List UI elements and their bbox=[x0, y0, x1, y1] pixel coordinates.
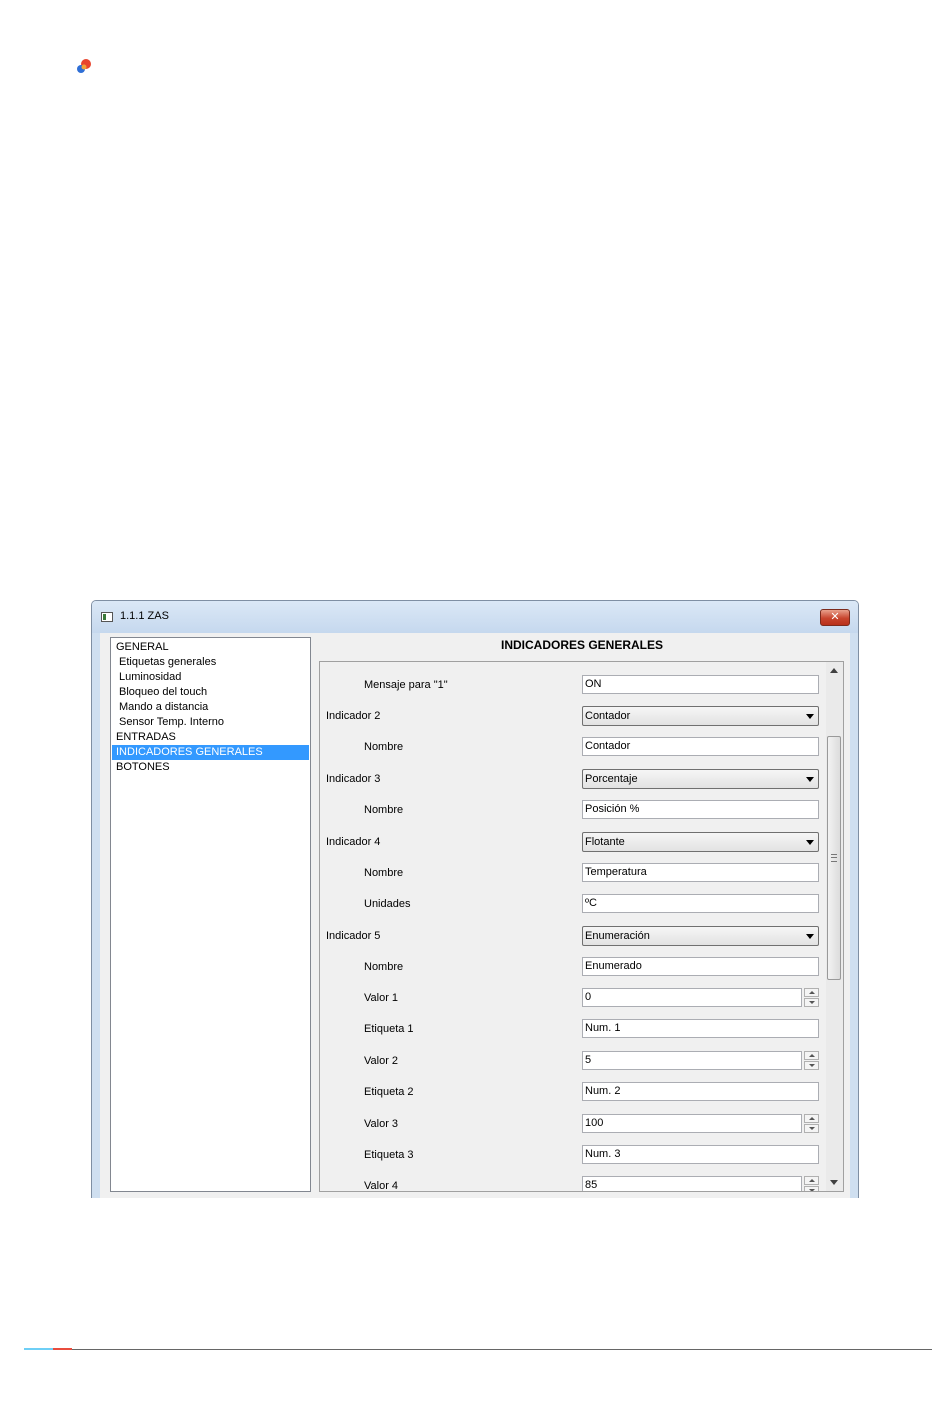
chevron-down-icon bbox=[806, 714, 814, 719]
tree-item-general[interactable]: GENERAL bbox=[116, 640, 169, 655]
param-label: Etiqueta 2 bbox=[364, 1086, 414, 1098]
indicador-3-select[interactable]: Porcentaje bbox=[582, 769, 819, 789]
spin-up-icon[interactable] bbox=[804, 1051, 819, 1060]
spin-up-icon[interactable] bbox=[804, 988, 819, 997]
tree-item-etiquetas-generales[interactable]: Etiquetas generales bbox=[119, 655, 216, 670]
bullet-icon bbox=[77, 59, 91, 73]
indicador-5-select[interactable]: Enumeración bbox=[582, 926, 819, 946]
param-label: Valor 1 bbox=[364, 992, 399, 1004]
param-label: Indicador 4 bbox=[326, 836, 381, 848]
spin-up-icon[interactable] bbox=[804, 1176, 819, 1185]
nombre-5-input[interactable]: Enumerado bbox=[582, 957, 819, 976]
select-value: Porcentaje bbox=[585, 773, 638, 785]
spin-down-icon[interactable] bbox=[804, 1186, 819, 1191]
navigation-tree: GENERAL Etiquetas generales Luminosidad … bbox=[110, 637, 311, 1192]
dialog-window: 1.1.1 ZAS ✕ GENERAL Etiquetas generales … bbox=[91, 600, 859, 1198]
chevron-down-icon bbox=[806, 840, 814, 845]
param-label: Indicador 5 bbox=[326, 930, 381, 942]
chevron-down-icon bbox=[806, 777, 814, 782]
footer-accent-bar bbox=[24, 1348, 72, 1350]
param-label: Valor 3 bbox=[364, 1118, 399, 1130]
param-label: Nombre bbox=[364, 741, 404, 753]
param-label: Nombre bbox=[364, 867, 404, 879]
etiqueta-1-input[interactable]: Num. 1 bbox=[582, 1019, 819, 1038]
nombre-3-input[interactable]: Posición % bbox=[582, 800, 819, 819]
scroll-down-arrow-icon[interactable] bbox=[830, 1180, 838, 1185]
tree-item-indicadores-generales[interactable]: INDICADORES GENERALES bbox=[112, 745, 309, 760]
valor-2-input[interactable]: 5 bbox=[582, 1051, 802, 1070]
chevron-down-icon bbox=[806, 934, 814, 939]
spin-down-icon[interactable] bbox=[804, 1124, 819, 1133]
parameters-panel: Mensaje para "1" ON Indicador 2 Contador… bbox=[319, 661, 844, 1192]
select-value: Enumeración bbox=[585, 930, 650, 942]
etiqueta-3-input[interactable]: Num. 3 bbox=[582, 1145, 819, 1164]
spin-down-icon[interactable] bbox=[804, 1061, 819, 1070]
tree-item-luminosidad[interactable]: Luminosidad bbox=[119, 670, 181, 685]
param-label: Mensaje para "1" bbox=[364, 679, 448, 691]
grip-icon bbox=[831, 854, 837, 862]
scroll-up-arrow-icon[interactable] bbox=[830, 668, 838, 673]
footer-divider bbox=[24, 1349, 932, 1350]
param-label: Etiqueta 3 bbox=[364, 1149, 414, 1161]
param-label: Nombre bbox=[364, 804, 404, 816]
select-value: Flotante bbox=[585, 836, 625, 848]
tree-item-botones[interactable]: BOTONES bbox=[116, 760, 170, 775]
nombre-2-input[interactable]: Contador bbox=[582, 737, 819, 756]
panel-title: INDICADORES GENERALES bbox=[500, 638, 664, 652]
vertical-scrollbar[interactable] bbox=[826, 662, 843, 1191]
param-label: Unidades bbox=[364, 898, 411, 910]
param-label: Nombre bbox=[364, 961, 404, 973]
param-label: Valor 2 bbox=[364, 1055, 399, 1067]
window-title: 1.1.1 ZAS bbox=[120, 610, 169, 622]
valor-1-input[interactable]: 0 bbox=[582, 988, 802, 1007]
tree-item-bloqueo-touch[interactable]: Bloqueo del touch bbox=[119, 685, 207, 700]
valor-3-spinner[interactable] bbox=[804, 1114, 819, 1133]
title-bar: 1.1.1 ZAS ✕ bbox=[92, 601, 858, 633]
mensaje-1-input[interactable]: ON bbox=[582, 675, 819, 694]
valor-3-input[interactable]: 100 bbox=[582, 1114, 802, 1133]
indicador-2-select[interactable]: Contador bbox=[582, 706, 819, 726]
window-app-icon bbox=[101, 612, 113, 622]
param-label: Indicador 2 bbox=[326, 710, 381, 722]
valor-2-spinner[interactable] bbox=[804, 1051, 819, 1070]
param-label: Indicador 3 bbox=[326, 773, 381, 785]
valor-1-spinner[interactable] bbox=[804, 988, 819, 1007]
spin-up-icon[interactable] bbox=[804, 1114, 819, 1123]
tree-item-mando-distancia[interactable]: Mando a distancia bbox=[119, 700, 208, 715]
param-label: Etiqueta 1 bbox=[364, 1023, 414, 1035]
parameters-list: Mensaje para "1" ON Indicador 2 Contador… bbox=[320, 662, 826, 1192]
window-client-area: GENERAL Etiquetas generales Luminosidad … bbox=[100, 633, 850, 1198]
indicador-4-select[interactable]: Flotante bbox=[582, 832, 819, 852]
valor-4-spinner[interactable] bbox=[804, 1176, 819, 1191]
select-value: Contador bbox=[585, 710, 631, 722]
nombre-4-input[interactable]: Temperatura bbox=[582, 863, 819, 882]
tree-item-sensor-temp[interactable]: Sensor Temp. Interno bbox=[119, 715, 224, 730]
close-button[interactable]: ✕ bbox=[820, 609, 850, 626]
tree-item-entradas[interactable]: ENTRADAS bbox=[116, 730, 176, 745]
unidades-input[interactable]: ºC bbox=[582, 894, 819, 913]
param-label: Valor 4 bbox=[364, 1180, 399, 1192]
etiqueta-2-input[interactable]: Num. 2 bbox=[582, 1082, 819, 1101]
valor-4-input[interactable]: 85 bbox=[582, 1176, 802, 1191]
scroll-thumb[interactable] bbox=[827, 736, 841, 980]
spin-down-icon[interactable] bbox=[804, 998, 819, 1007]
